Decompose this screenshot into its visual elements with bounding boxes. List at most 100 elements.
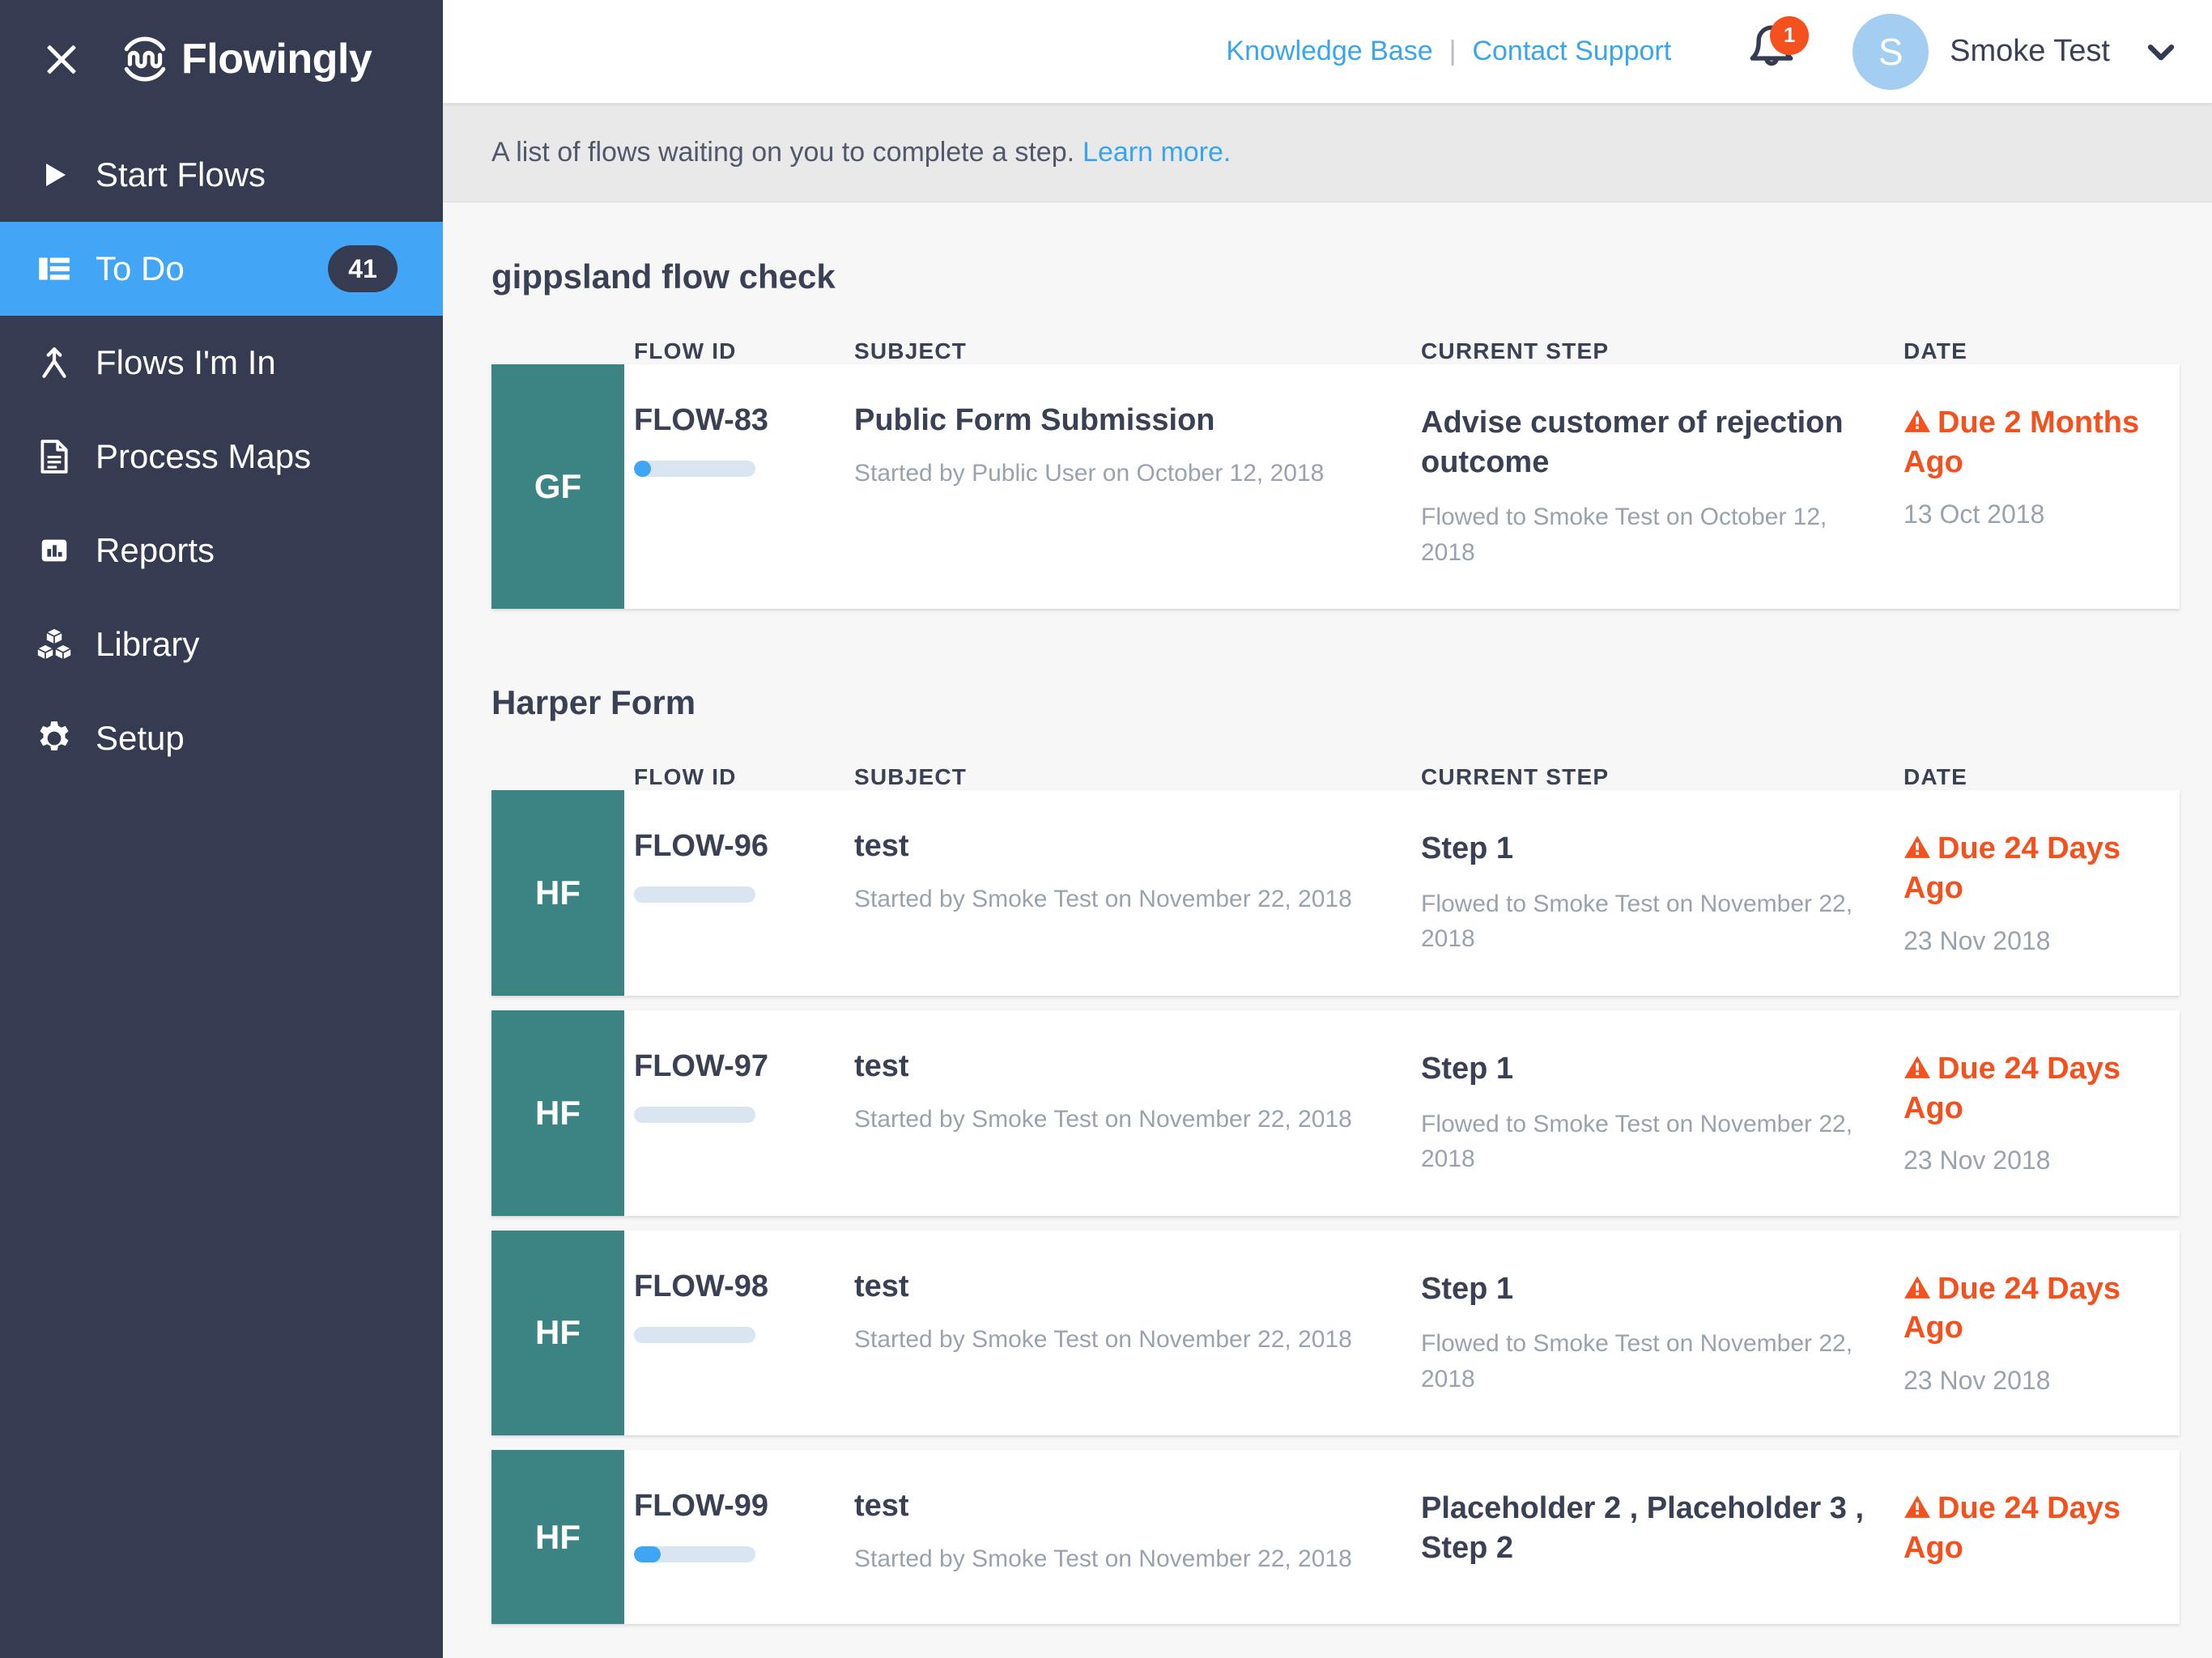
column-header-date: DATE (1904, 338, 1967, 363)
group-title: Harper Form (491, 683, 696, 722)
flow-id-cell: FLOW-98 (634, 1269, 854, 1397)
sidebar-item-start-flows[interactable]: Start Flows (0, 128, 443, 222)
info-bar-text: A list of flows waiting on you to comple… (491, 137, 1075, 168)
progress-bar (634, 886, 755, 903)
flow-type-badge: GF (491, 364, 624, 610)
flow-type-badge: HF (491, 790, 624, 996)
current-step-cell: Step 1 Flowed to Smoke Test on November 2… (1421, 1049, 1904, 1177)
subject-meta: Started by Smoke Test on November 22, 20… (854, 886, 1352, 913)
flow-type-badge: HF (491, 1010, 624, 1216)
progress-bar (634, 461, 755, 477)
current-step-meta: Flowed to Smoke Test on November 22, 201… (1421, 890, 1853, 953)
subject-meta: Started by Smoke Test on November 22, 20… (854, 1105, 1352, 1133)
sidebar-item-label: Process Maps (96, 437, 312, 475)
column-header-flow-id: FLOW ID (634, 338, 737, 363)
sidebar-item-process-maps[interactable]: Process Maps (0, 410, 443, 504)
flow-list: gippsland flow check FLOW ID SUBJECT CURREN… (443, 202, 2212, 1658)
flow-card-body: FLOW-96 test Started by Smoke Test on Nove… (624, 790, 2180, 996)
progress-bar (634, 1326, 755, 1343)
date-cell: Due 2 Months Ago 13 Oct 2018 (1904, 403, 2180, 570)
due-date: 23 Nov 2018 (1904, 925, 2051, 955)
column-header-date: DATE (1904, 764, 1967, 790)
column-headers: FLOW ID SUBJECT CURRENT STEP DATE (491, 296, 2180, 364)
due-status-text: Due 2 Months Ago (1904, 406, 2140, 479)
progress-bar-fill (634, 1546, 661, 1563)
column-header-current-step: CURRENT STEP (1421, 338, 1610, 363)
close-icon[interactable] (39, 36, 84, 82)
sidebar-item-library[interactable]: Library (0, 597, 443, 691)
learn-more-link[interactable]: Learn more. (1083, 137, 1231, 168)
contact-support-link[interactable]: Contact Support (1472, 36, 1671, 67)
date-cell: Due 24 Days Ago (1904, 1489, 2180, 1585)
flow-id-cell: FLOW-97 (634, 1049, 854, 1177)
flow-id: FLOW-97 (634, 1048, 769, 1083)
flow-card-body: FLOW-98 test Started by Smoke Test on Nove… (624, 1231, 2180, 1436)
brand-logo[interactable]: Flowingly (118, 32, 372, 86)
due-status: Due 2 Months Ago (1904, 403, 2160, 482)
current-step-meta: Flowed to Smoke Test on November 22, 201… (1421, 1110, 1853, 1173)
flow-card[interactable]: HF FLOW-98 test Started by Smoke Test on No… (491, 1230, 2180, 1436)
current-step-cell: Advise customer of rejection outcome Flow… (1421, 403, 1904, 570)
document-icon (29, 434, 79, 479)
sidebar-item-label: Library (96, 625, 200, 663)
flow-card[interactable]: HF FLOW-97 test Started by Smoke Test on No… (491, 1010, 2180, 1216)
subject-cell: test Started by Smoke Test on November 22… (854, 1489, 1421, 1585)
subject-cell: test Started by Smoke Test on November 22… (854, 1049, 1421, 1177)
sidebar-item-flows-im-in[interactable]: Flows I'm In (0, 316, 443, 410)
sidebar-item-reports[interactable]: Reports (0, 504, 443, 597)
due-status: Due 24 Days Ago (1904, 1489, 2160, 1567)
flow-id-cell: FLOW-99 (634, 1489, 854, 1585)
due-date: 13 Oct 2018 (1904, 500, 2045, 529)
warning-triangle-icon (1904, 833, 1931, 865)
current-step-title: Step 1 (1421, 831, 1514, 866)
subject-meta: Started by Smoke Test on November 22, 20… (854, 1545, 1352, 1573)
knowledge-base-link[interactable]: Knowledge Base (1226, 36, 1432, 67)
warning-triangle-icon (1904, 407, 1931, 439)
due-status-text: Due 24 Days Ago (1904, 1491, 2121, 1565)
flow-id: FLOW-83 (634, 403, 769, 437)
main-area: Knowledge Base | Contact Support 1 S Smo… (443, 0, 2212, 1658)
brand-name: Flowingly (181, 36, 372, 83)
cubes-icon (29, 622, 79, 667)
warning-triangle-icon (1904, 1493, 1931, 1524)
user-name: Smoke Test (1950, 34, 2110, 68)
current-step-cell: Placeholder 2 , Placeholder 3 , Step 2 (1421, 1489, 1904, 1585)
flow-card[interactable]: HF FLOW-99 test Started by Smoke Test on No… (491, 1450, 2180, 1625)
due-date: 23 Nov 2018 (1904, 1146, 2051, 1175)
flow-card[interactable]: GF FLOW-83 Public Form Submission Started b… (491, 364, 2180, 610)
current-step-cell: Step 1 Flowed to Smoke Test on November 2… (1421, 829, 1904, 957)
subject-title: test (854, 829, 909, 864)
sidebar-item-label: Setup (96, 719, 185, 757)
chevron-down-icon[interactable] (2142, 33, 2180, 70)
due-status-text: Due 24 Days Ago (1904, 1051, 2121, 1125)
current-step-title: Advise customer of rejection outcome (1421, 406, 1844, 479)
warning-triangle-icon (1904, 1273, 1931, 1305)
flowingly-wave-icon (118, 32, 172, 86)
sidebar: Flowingly Start Flows To Do 41 Flows I'm… (0, 0, 443, 1658)
avatar[interactable]: S (1853, 13, 1929, 90)
due-status: Due 24 Days Ago (1904, 829, 2160, 908)
date-cell: Due 24 Days Ago 23 Nov 2018 (1904, 1049, 2180, 1177)
link-separator: | (1448, 36, 1457, 66)
subject-title: Public Form Submission (854, 403, 1215, 437)
due-status-text: Due 24 Days Ago (1904, 831, 2121, 905)
current-step-cell: Step 1 Flowed to Smoke Test on November 2… (1421, 1269, 1904, 1397)
app-root: Flowingly Start Flows To Do 41 Flows I'm… (0, 0, 2212, 1658)
flow-id-cell: FLOW-96 (634, 829, 854, 957)
date-cell: Due 24 Days Ago 23 Nov 2018 (1904, 829, 2180, 957)
flow-id: FLOW-96 (634, 829, 769, 864)
sidebar-item-to-do[interactable]: To Do 41 (0, 222, 443, 316)
merge-arrows-icon (29, 340, 79, 385)
warning-triangle-icon (1904, 1053, 1931, 1085)
sidebar-item-setup[interactable]: Setup (0, 691, 443, 785)
flow-id: FLOW-99 (634, 1489, 769, 1524)
gear-icon (29, 716, 79, 761)
current-step-meta: Flowed to Smoke Test on November 22, 201… (1421, 1330, 1853, 1392)
progress-bar-fill (634, 461, 651, 477)
due-status: Due 24 Days Ago (1904, 1269, 2160, 1348)
due-status: Due 24 Days Ago (1904, 1049, 2160, 1128)
flow-card[interactable]: HF FLOW-96 test Started by Smoke Test on No… (491, 790, 2180, 996)
notifications-button[interactable]: 1 (1734, 15, 1810, 89)
date-cell: Due 24 Days Ago 23 Nov 2018 (1904, 1269, 2180, 1397)
flow-card-body: FLOW-99 test Started by Smoke Test on Nove… (624, 1450, 2180, 1624)
